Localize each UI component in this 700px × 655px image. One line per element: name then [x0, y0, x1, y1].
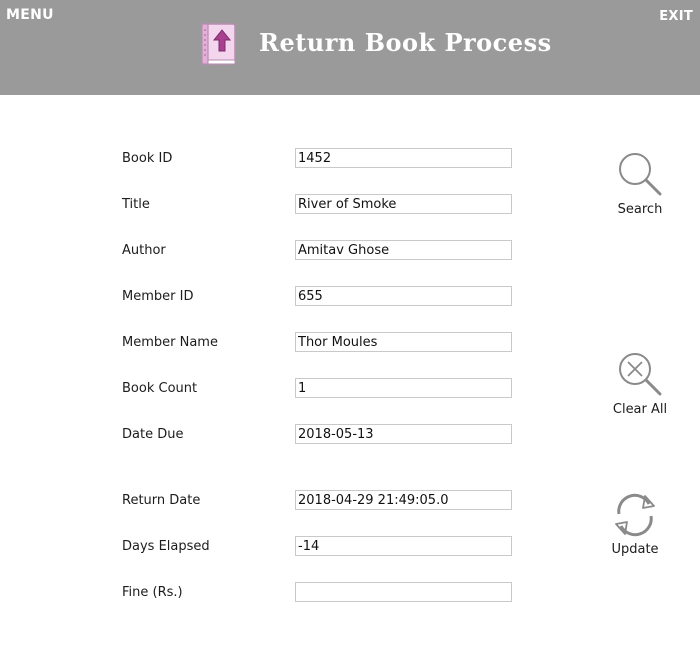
header-bar: MENU EXIT Return Book Process — [0, 0, 700, 95]
return-date-field[interactable] — [295, 490, 512, 510]
date-due-field[interactable] — [295, 424, 512, 444]
label-return-date: Return Date — [122, 493, 201, 508]
label-member-id: Member ID — [122, 289, 194, 304]
clear-all-button[interactable]: Clear All — [600, 350, 680, 417]
label-fine: Fine (Rs.) — [122, 585, 183, 600]
label-author: Author — [122, 243, 166, 258]
update-label: Update — [611, 542, 659, 557]
exit-button[interactable]: EXIT — [659, 9, 693, 24]
label-date-due: Date Due — [122, 427, 184, 442]
book-id-field[interactable] — [295, 148, 512, 168]
label-book-count: Book Count — [122, 381, 198, 396]
clear-search-icon — [619, 353, 662, 396]
refresh-icon — [615, 493, 655, 537]
search-label: Search — [617, 202, 663, 217]
update-button[interactable]: Update — [595, 490, 675, 557]
author-field[interactable] — [295, 240, 512, 260]
search-icon — [619, 153, 662, 196]
label-book-id: Book ID — [122, 151, 173, 166]
page-title: Return Book Process — [259, 28, 552, 57]
fine-field[interactable] — [295, 582, 512, 602]
member-id-field[interactable] — [295, 286, 512, 306]
menu-button[interactable]: MENU — [6, 7, 54, 23]
label-member-name: Member Name — [122, 335, 218, 350]
search-button[interactable]: Search — [600, 150, 680, 217]
return-book-icon — [201, 23, 236, 65]
clear-all-label: Clear All — [612, 402, 668, 417]
book-count-field[interactable] — [295, 378, 512, 398]
days-elapsed-field[interactable] — [295, 536, 512, 556]
label-days-elapsed: Days Elapsed — [122, 539, 210, 554]
member-name-field[interactable] — [295, 332, 512, 352]
title-field[interactable] — [295, 194, 512, 214]
label-title: Title — [122, 197, 150, 212]
